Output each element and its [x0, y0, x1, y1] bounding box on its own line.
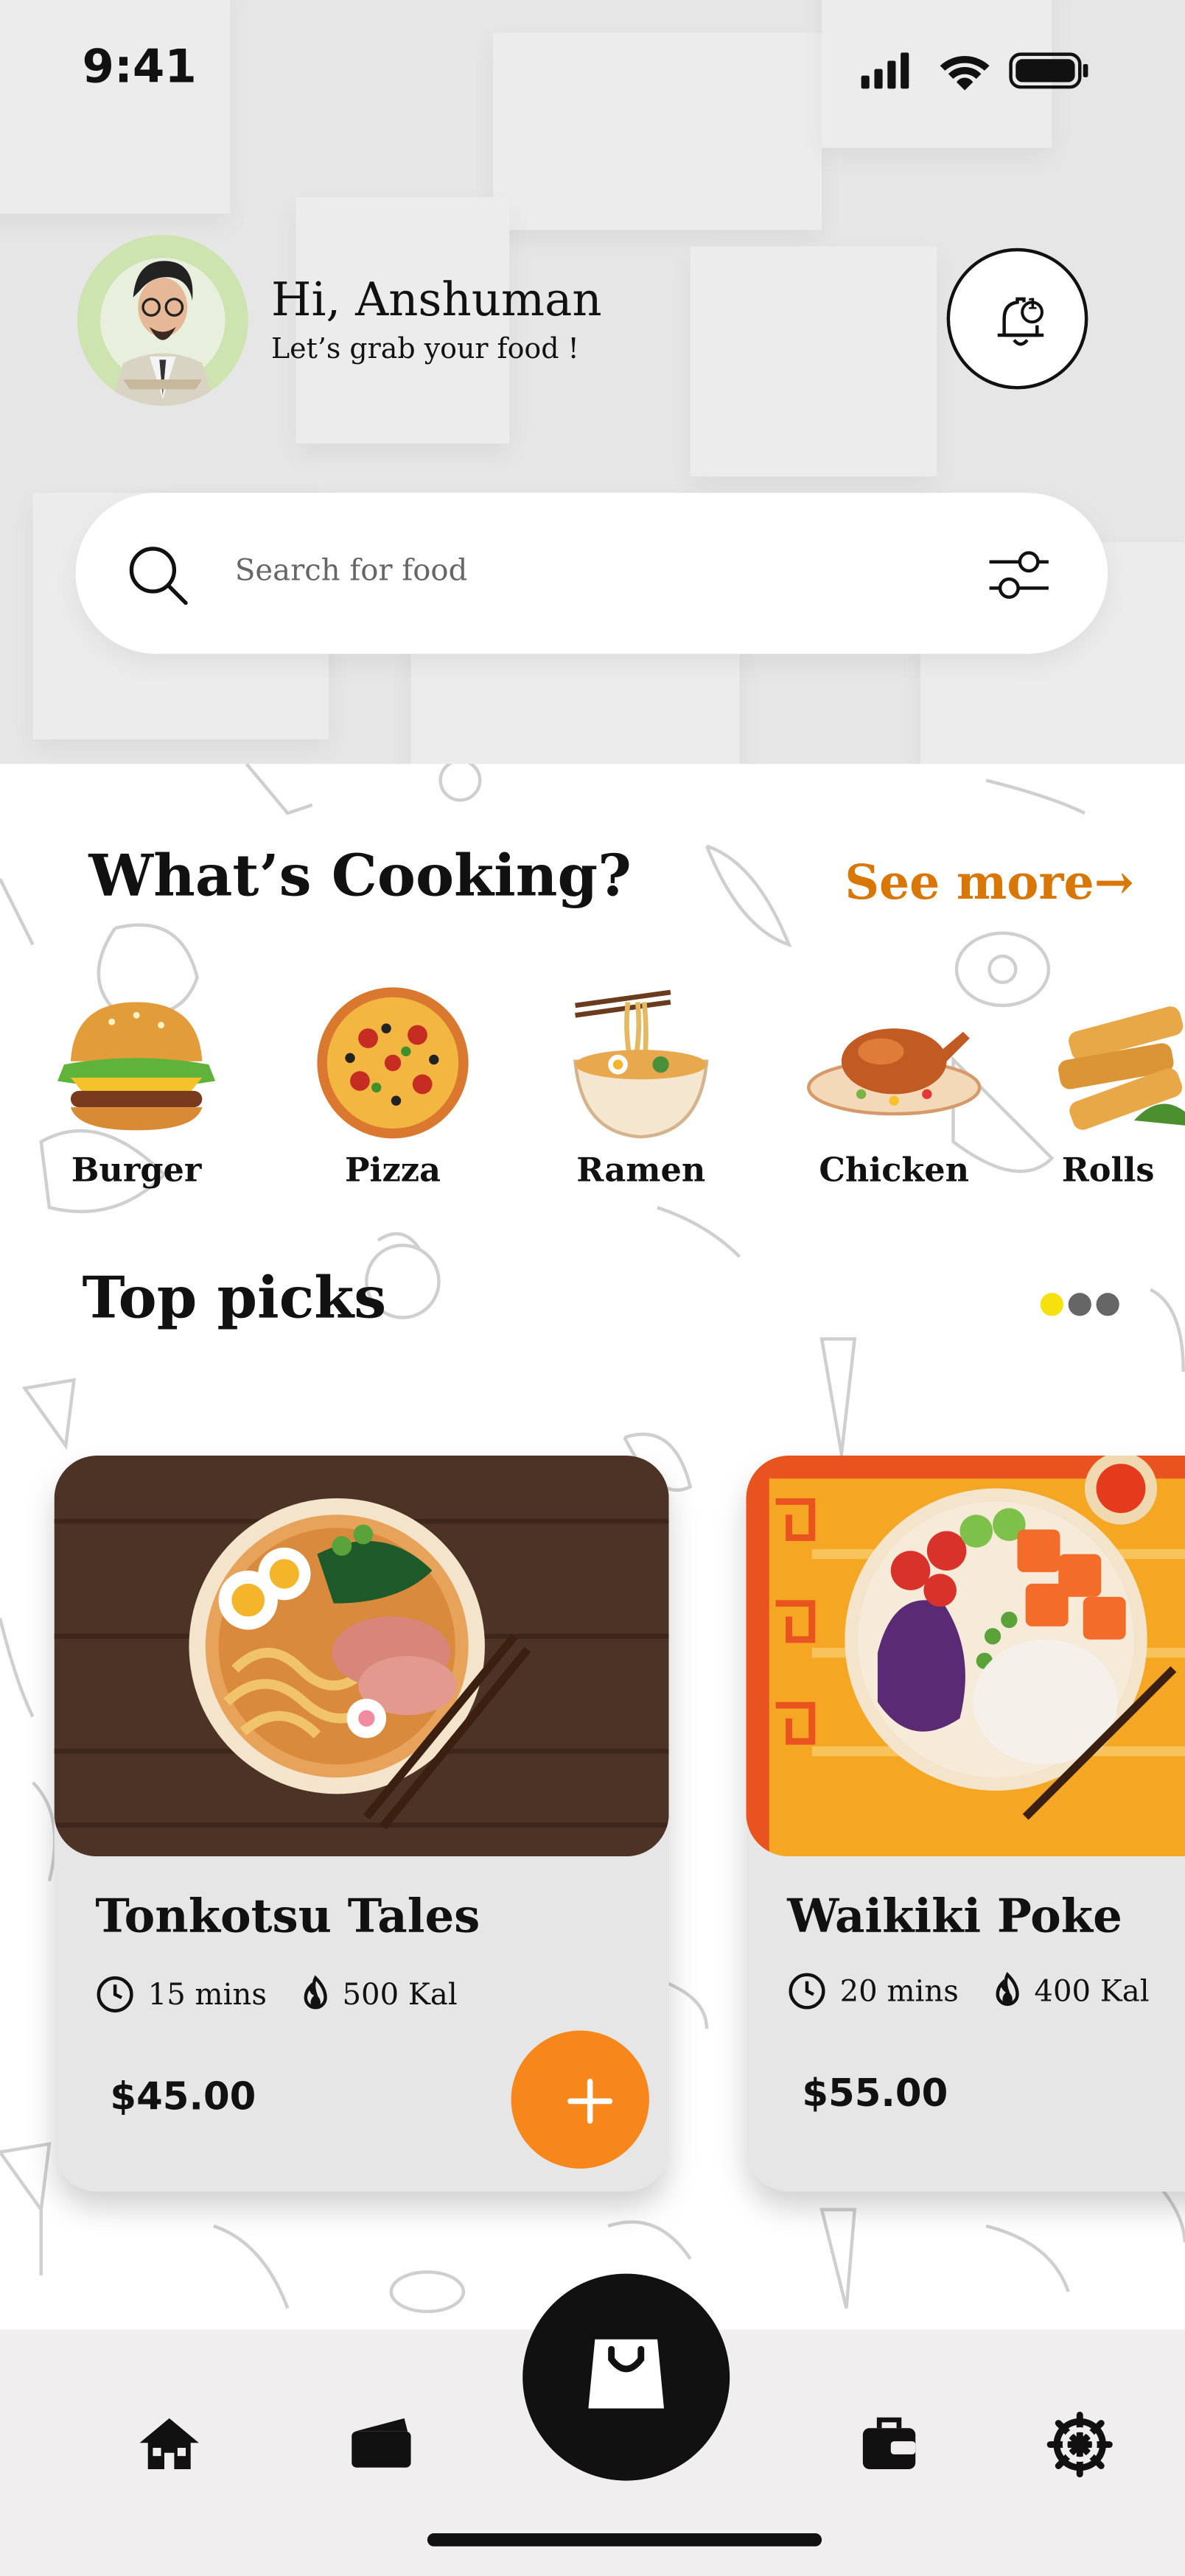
food-image	[746, 1455, 1185, 1857]
search-icon	[129, 547, 188, 606]
briefcase-icon[interactable]	[861, 2415, 917, 2471]
category-label: Chicken	[819, 1150, 970, 1190]
category-ramen[interactable]: Ramen	[526, 986, 756, 1190]
pagination-dot-active[interactable]	[1040, 1293, 1063, 1316]
wallet-card-icon[interactable]	[349, 2415, 414, 2471]
bell-icon	[997, 297, 1044, 346]
search-bar[interactable]	[75, 493, 1108, 654]
food-price: $55.00	[802, 2073, 948, 2116]
category-rolls[interactable]: Rolls	[1035, 986, 1185, 1190]
filter-icon[interactable]	[986, 547, 1052, 603]
status-icons	[861, 52, 1088, 91]
greeting: Hi, Anshuman	[270, 273, 602, 327]
status-time: 9:41	[82, 39, 197, 94]
category-label: Burger	[71, 1150, 202, 1190]
category-burger[interactable]: Burger	[21, 986, 251, 1190]
pizza-icon	[317, 987, 469, 1139]
greeting-subtitle: Let’s grab your food !	[270, 333, 579, 367]
category-pizza[interactable]: Pizza	[278, 986, 508, 1190]
food-name: Waikiki Poke	[787, 1889, 1122, 1944]
categories-title: What’s Cooking?	[88, 843, 632, 910]
food-card[interactable]: Waikiki Poke 20 mins 400 Kal $55.00	[746, 1455, 1185, 2192]
notifications-button[interactable]: 1	[946, 248, 1088, 390]
carousel-pagination[interactable]	[1040, 1291, 1125, 1322]
home-indicator	[427, 2533, 822, 2547]
clock-icon	[789, 1973, 825, 2010]
calories: 500 Kal	[342, 1977, 458, 2012]
plus-icon	[567, 2078, 613, 2124]
pagination-dot[interactable]	[1068, 1293, 1091, 1316]
chicken-icon	[807, 1028, 982, 1116]
rolls-icon	[1058, 1006, 1185, 1130]
clock-icon	[97, 1976, 133, 2012]
category-label: Rolls	[1061, 1150, 1155, 1190]
settings-gear-icon[interactable]	[1046, 2411, 1113, 2478]
add-to-cart-button[interactable]	[511, 2030, 649, 2169]
category-chicken[interactable]: Chicken	[779, 986, 1009, 1190]
shopping-bag-icon	[588, 2339, 665, 2409]
search-input[interactable]	[234, 553, 926, 589]
header-area: 9:41 Hi, Anshuman Let’s grab your food !…	[0, 0, 1185, 765]
food-price: $45.00	[110, 2076, 256, 2119]
category-label: Ramen	[576, 1150, 706, 1190]
notification-count: 1	[1027, 297, 1038, 314]
food-name: Tonkotsu Tales	[95, 1889, 480, 1944]
cart-button[interactable]	[522, 2273, 730, 2481]
see-more-link[interactable]: See more→	[845, 854, 1134, 910]
prep-time: 20 mins	[839, 1973, 959, 2009]
avatar[interactable]	[77, 234, 248, 406]
pagination-dot[interactable]	[1096, 1293, 1119, 1316]
flame-icon	[304, 1975, 328, 2010]
food-meta: 15 mins 500 Kal	[95, 1975, 458, 2015]
food-image	[54, 1455, 669, 1857]
ramen-icon	[573, 989, 709, 1139]
home-icon[interactable]	[138, 2415, 200, 2471]
calories: 400 Kal	[1034, 1973, 1150, 2009]
burger-icon	[57, 1002, 216, 1131]
category-label: Pizza	[344, 1150, 441, 1190]
top-picks-title: Top picks	[82, 1265, 387, 1333]
flame-icon	[996, 1971, 1020, 2007]
food-card[interactable]: Tonkotsu Tales 15 mins 500 Kal $45.00	[54, 1455, 669, 2192]
prep-time: 15 mins	[147, 1977, 267, 2012]
food-meta: 20 mins 400 Kal	[787, 1971, 1150, 2011]
